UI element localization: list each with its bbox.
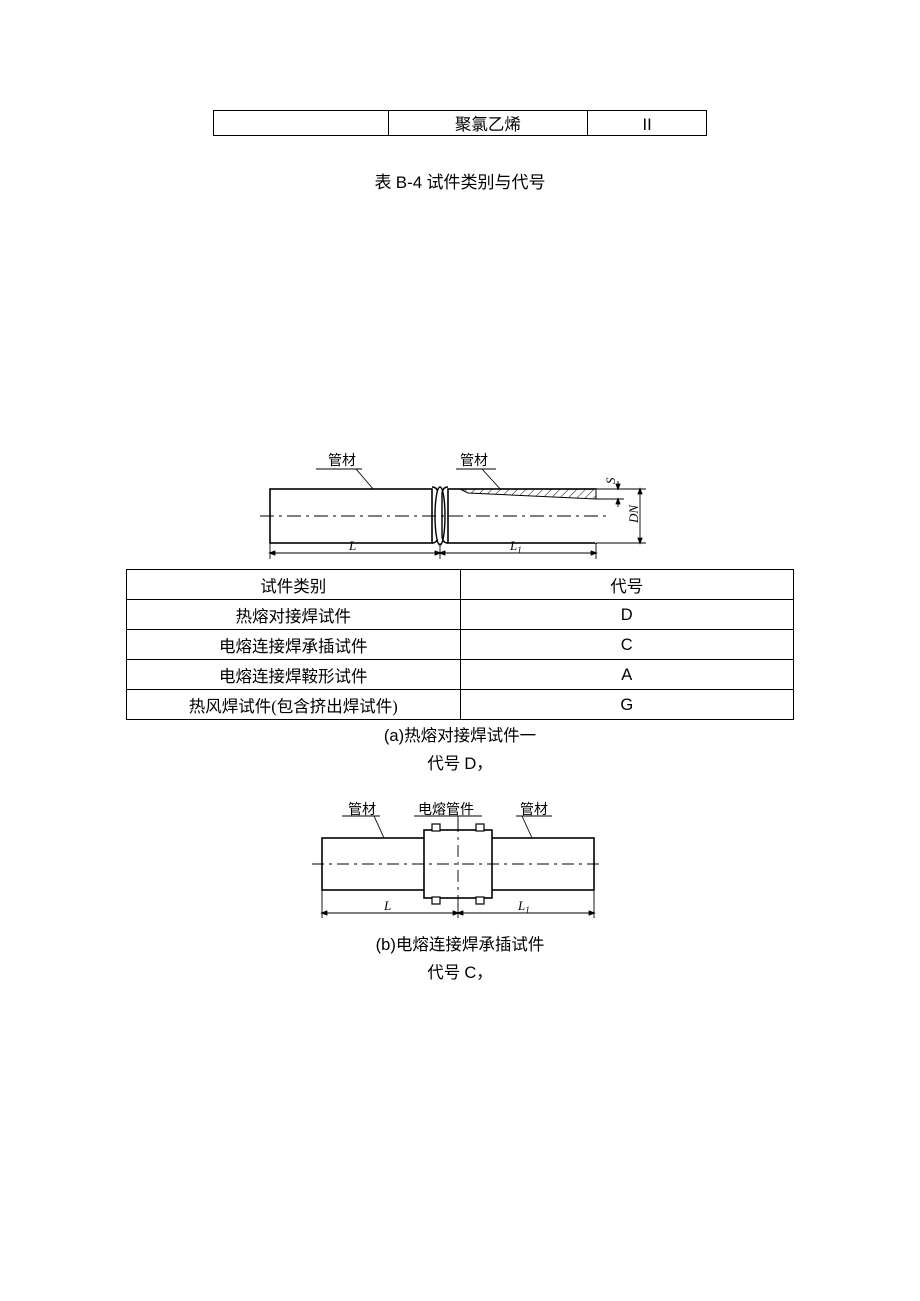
figure-b-svg: 管材 电熔管件 管材 (300, 796, 620, 924)
specimen-type-cell: 热风焊试件(包含挤出焊试件) (127, 690, 461, 720)
caption-a-code-pre: 代号 (427, 754, 464, 773)
table-b4-caption: 表 B-4 试件类别与代号 (0, 168, 920, 193)
caption-a-text: 热熔对接焊试件一 (404, 726, 536, 745)
specimen-code-table: 试件类别 代号 热熔对接焊试件 D 电熔连接焊承插试件 C 电熔连接焊鞍形试件 … (126, 569, 794, 720)
material-name-cell: 聚氯乙烯 (388, 111, 588, 136)
figure-a-caption: (a)热熔对接焊试件一 (0, 722, 920, 746)
table-header-type: 试件类别 (127, 570, 461, 600)
caption-code: B-4 (396, 173, 422, 192)
fig-b-dim-L: L (383, 898, 391, 913)
fig-a-dim-DN: DN (626, 504, 641, 524)
table-row: 热风焊试件(包含挤出焊试件) G (127, 690, 794, 720)
document-page: 聚氯乙烯 II 表 B-4 试件类别与代号 (0, 0, 920, 983)
caption-post: 试件类别与代号 (422, 173, 545, 192)
figure-b-container: 管材 电熔管件 管材 (0, 796, 920, 929)
caption-b-code-post: ， (476, 963, 493, 982)
figure-b-caption: (b)电熔连接焊承插试件 (0, 931, 920, 955)
table-row: 热熔对接焊试件 D (127, 600, 794, 630)
fig-a-label-right: 管材 (460, 453, 488, 469)
table-header-code: 代号 (460, 570, 794, 600)
fig-a-dim-S: S (603, 477, 618, 484)
specimen-code-cell: C (460, 630, 794, 660)
figure-a-container: 管材 管材 (0, 451, 920, 570)
caption-pre: 表 (375, 173, 396, 192)
material-blank-cell (214, 111, 389, 136)
caption-a-code: D (464, 755, 476, 773)
fig-b-dim-L1: L1 (517, 898, 530, 915)
specimen-code-cell: A (460, 660, 794, 690)
specimen-type-cell: 电熔连接焊承插试件 (127, 630, 461, 660)
material-code-cell: II (588, 111, 707, 136)
specimen-code-cell: D (460, 600, 794, 630)
figure-b-code-line: 代号 C， (0, 959, 920, 983)
caption-b-code-pre: 代号 (427, 963, 464, 982)
specimen-type-cell: 电熔连接焊鞍形试件 (127, 660, 461, 690)
specimen-type-cell: 热熔对接焊试件 (127, 600, 461, 630)
caption-a-prefix: (a) (384, 727, 404, 745)
material-table-row: 聚氯乙烯 II (213, 110, 707, 136)
table-row: 电熔连接焊鞍形试件 A (127, 660, 794, 690)
table-row: 电熔连接焊承插试件 C (127, 630, 794, 660)
fig-a-label-left: 管材 (328, 453, 356, 469)
figure-a-code-line: 代号 D， (0, 750, 920, 774)
caption-a-code-post: ， (476, 754, 493, 773)
caption-b-prefix: (b) (376, 936, 396, 954)
caption-b-text: 电熔连接焊承插试件 (396, 935, 545, 954)
specimen-code-cell: G (460, 690, 794, 720)
fig-a-dim-L: L (348, 538, 356, 553)
figure-a-svg: 管材 管材 (250, 451, 670, 565)
caption-b-code: C (464, 964, 476, 982)
